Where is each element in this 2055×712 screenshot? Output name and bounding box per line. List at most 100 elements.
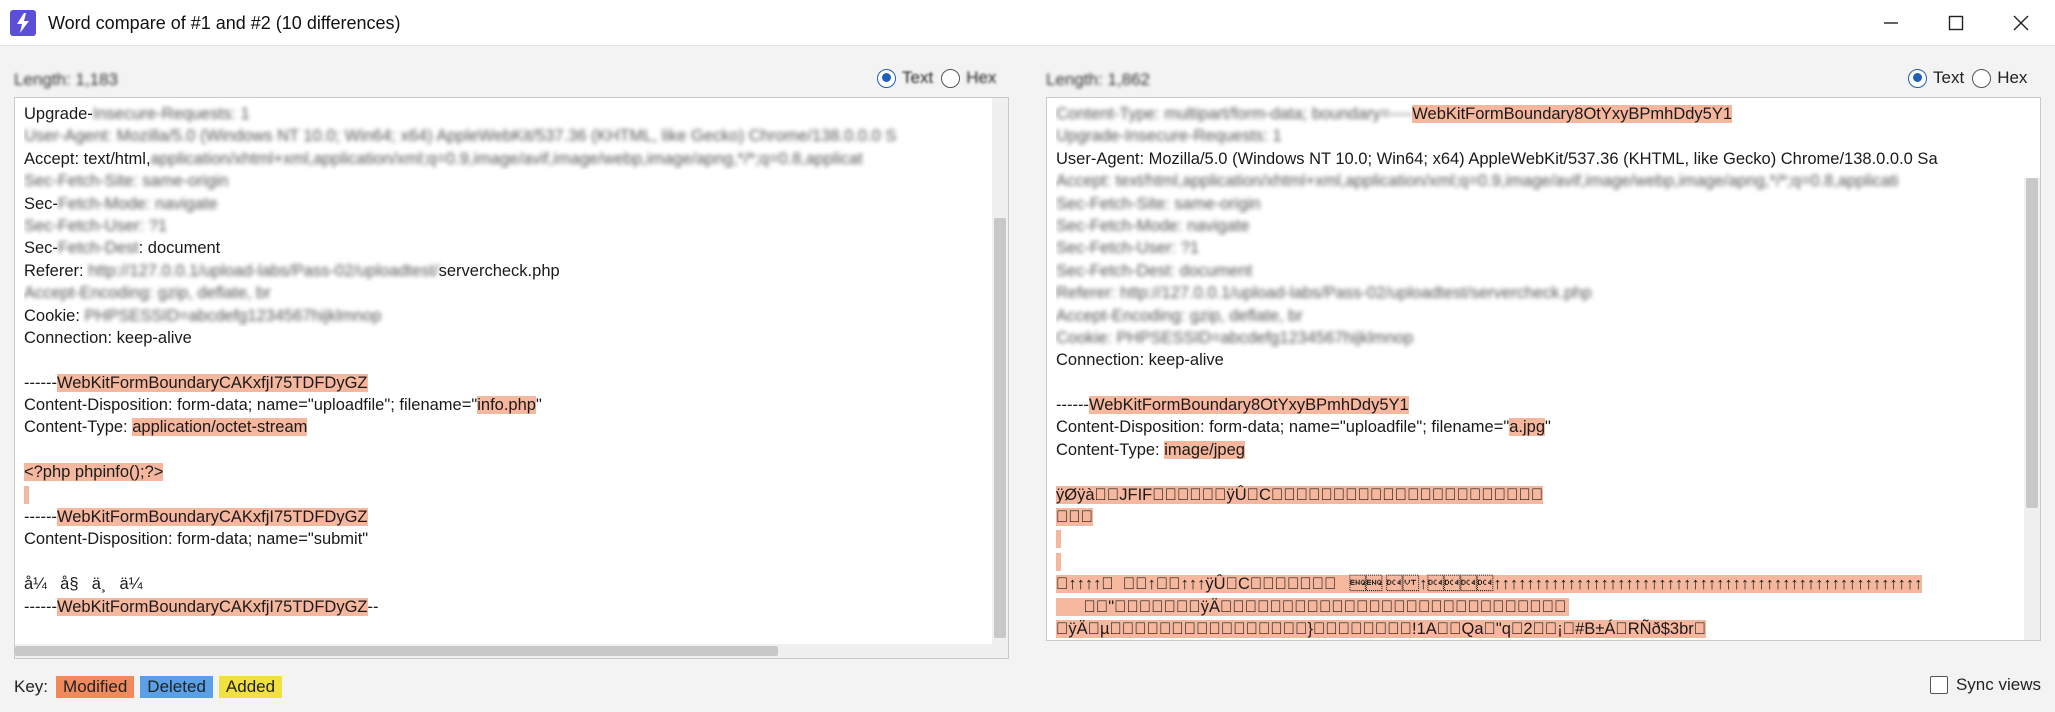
text-segment: Sec- xyxy=(24,239,58,258)
left-text-pane[interactable]: Upgrade-Insecure-Requests: 1 User-Agent: … xyxy=(14,97,1009,659)
right-radio-text[interactable] xyxy=(1908,68,1927,88)
text-segment: User-Agent: Mozilla/5.0 (Windows NT 10.0… xyxy=(1056,149,1938,168)
text-line: Accept: text/html,application/xhtml+xml,… xyxy=(24,148,990,170)
left-radio-text[interactable] xyxy=(877,68,896,88)
minimize-icon xyxy=(1884,22,1898,24)
close-icon xyxy=(2013,15,2029,31)
text-line: User-Agent: Mozilla/5.0 (Windows NT 10.0… xyxy=(1056,148,2022,170)
text-segment: Content-Type: xyxy=(1056,440,1165,459)
text-line: Cookie: PHPSESSID=abcdefg1234567hijklmno… xyxy=(24,305,990,327)
text-segment: : document xyxy=(138,239,221,258)
text-line: Sec-Fetch-User: ?1 xyxy=(1056,237,2022,259)
text-line: Sec-Fetch-Site: same-origin xyxy=(24,170,990,192)
right-length-label: Length: 1,862 xyxy=(1046,70,1150,89)
modified-segment: ÿØÿà JFIF   ÿÛ C … xyxy=(1056,485,1607,507)
text-segment: Sec-Fetch-Dest: document xyxy=(1056,261,1253,280)
left-radio-text-label: Text xyxy=(902,68,934,87)
sync-views-option[interactable]: Sync views xyxy=(1929,675,2041,695)
text-line xyxy=(1056,528,2022,550)
text-segment: application/xhtml+xml,application/xml;q=… xyxy=(150,149,863,168)
text-line: ------WebKitFormBoundary8OtYxyBPmhDdy5Y1 xyxy=(1056,394,2022,416)
text-line:   " ÿÄ             xyxy=(1056,596,2022,618)
right-text-pane[interactable]: Content-Type: multipart/form-data; bound… xyxy=(1046,97,2041,641)
right-view-mode: Text Hex xyxy=(1908,68,2035,88)
sync-views-label: Sync views xyxy=(1955,675,2041,694)
text-line: Content-Disposition: form-data; name="su… xyxy=(24,528,990,550)
right-radio-hex-label: Hex xyxy=(1997,68,2028,87)
right-radio-text-label: Text xyxy=(1933,68,1965,87)
text-segment: " xyxy=(1545,418,1551,437)
right-vertical-scrollbar[interactable] xyxy=(2024,178,2040,640)
key-modified-chip: Modified xyxy=(56,676,135,698)
left-vertical-scrollbar[interactable] xyxy=(992,98,1008,644)
text-line: Connection: keep-alive xyxy=(1056,349,2022,371)
text-segment: Sec- xyxy=(24,194,58,213)
modified-segment:   " ÿÄ             xyxy=(1056,597,1570,618)
text-line:  ↑↑↑↑    ↑  ↑↑↑ÿÛ C   ↑↑↑↑… xyxy=(1056,573,2022,595)
text-segment: Fetch-Dest xyxy=(57,239,139,258)
left-horizontal-scroll-thumb[interactable] xyxy=(15,646,778,656)
text-line xyxy=(1056,461,2022,483)
text-line xyxy=(24,349,990,371)
modified-segment: WebKitFormBoundary8OtYxyBPmhDdy5Y1 xyxy=(1088,396,1409,415)
text-line: Upgrade-Insecure-Requests: 1 xyxy=(24,103,990,125)
modified-segment xyxy=(24,485,29,504)
right-vertical-scroll-thumb[interactable] xyxy=(2026,178,2038,508)
modified-segment: a.jpg xyxy=(1509,418,1546,437)
right-text-content[interactable]: Content-Type: multipart/form-data; bound… xyxy=(1056,103,2022,640)
text-line: Accept-Encoding: gzip, deflate, br xyxy=(1056,305,2022,327)
text-line: Content-Type: multipart/form-data; bound… xyxy=(1056,103,2022,125)
text-line: ------WebKitFormBoundaryCAKxfjI75TDFDyGZ xyxy=(24,372,990,394)
text-segment: Cookie: xyxy=(24,306,85,325)
text-segment: servercheck.php xyxy=(438,261,560,280)
text-segment: Sec-Fetch-Mode: navigate xyxy=(1056,216,1250,235)
title-bar: Word compare of #1 and #2 (10 difference… xyxy=(0,0,2055,46)
text-segment: Upgrade-Insecure-Requests: 1 xyxy=(1056,127,1282,146)
text-line:     xyxy=(1056,506,2022,528)
text-line: Accept: text/html,application/xhtml+xml,… xyxy=(1056,170,2022,192)
key-added-chip: Added xyxy=(218,676,283,698)
text-segment: Accept: text/html, xyxy=(24,149,151,168)
minimize-button[interactable] xyxy=(1860,0,1922,46)
text-line xyxy=(1056,372,2022,394)
text-segment: Insecure-Requests: 1 xyxy=(92,105,250,123)
text-line: Referer: http://127.0.0.1/upload-labs/Pa… xyxy=(24,260,990,282)
text-line: Content-Disposition: form-data; name="up… xyxy=(24,394,990,416)
left-length-label: Length: 1,183 xyxy=(14,70,118,89)
text-line: Accept-Encoding: gzip, deflate, br xyxy=(24,282,990,304)
text-segment: Content-Type: multipart/form-data; bound… xyxy=(1056,105,1413,123)
modified-segment: <?php phpinfo();?> xyxy=(24,463,164,482)
close-button[interactable] xyxy=(1990,0,2052,46)
text-line: Content-Type: image/jpeg xyxy=(1056,439,2022,461)
modified-segment: info.php xyxy=(477,396,536,415)
text-line: Content-Type: application/octet-stream xyxy=(24,416,990,438)
text-segment: Accept-Encoding: gzip, deflate, br xyxy=(24,284,271,303)
text-segment: Content-Disposition: form-data; name="up… xyxy=(1056,418,1510,437)
text-segment: PHPSESSID=abcdefg1234567hijklmnop xyxy=(84,306,382,325)
text-segment: ------ xyxy=(24,508,57,527)
text-segment: Accept: text/html,application/xhtml+xml,… xyxy=(1056,172,1899,191)
text-line: Sec-Fetch-Site: same-origin xyxy=(1056,193,2022,215)
text-segment: Referer: http://127.0.0.1/upload-labs/Pa… xyxy=(1056,284,1592,303)
text-line: Connection: keep-alive xyxy=(24,327,990,349)
maximize-button[interactable] xyxy=(1925,0,1987,46)
modified-segment xyxy=(1056,530,1061,549)
text-segment: Sec-Fetch-Site: same-origin xyxy=(1056,194,1261,213)
text-line: ÿØÿà JFIF   ÿÛ C … xyxy=(1056,484,2022,507)
text-line: Upgrade-Insecure-Requests: 1 xyxy=(1056,125,2022,147)
text-line: User-Agent: Mozilla/5.0 (Windows NT 10.0… xyxy=(24,125,990,147)
modified-segment: image/jpeg xyxy=(1164,440,1245,459)
text-line:  ÿÄ µ   } !1AQa"q… xyxy=(1056,618,2022,640)
text-segment: Content-Disposition: form-data; name="su… xyxy=(24,530,369,549)
left-horizontal-scrollbar[interactable] xyxy=(15,644,1008,658)
left-vertical-scroll-thumb[interactable] xyxy=(994,218,1006,638)
left-text-content[interactable]: Upgrade-Insecure-Requests: 1 User-Agent: … xyxy=(24,103,990,618)
text-line: ------WebKitFormBoundaryCAKxfjI75TDFDyGZ xyxy=(24,506,990,528)
maximize-icon xyxy=(1948,15,1964,31)
text-segment: Cookie: PHPSESSID=abcdefg1234567hijklmno… xyxy=(1056,328,1414,347)
text-segment: Sec-Fetch-Site: same-origin xyxy=(24,172,229,191)
sync-views-checkbox[interactable] xyxy=(1929,676,1948,694)
left-radio-hex-label: Hex xyxy=(966,68,997,87)
left-radio-hex[interactable] xyxy=(941,68,961,88)
right-radio-hex[interactable] xyxy=(1972,68,1992,88)
